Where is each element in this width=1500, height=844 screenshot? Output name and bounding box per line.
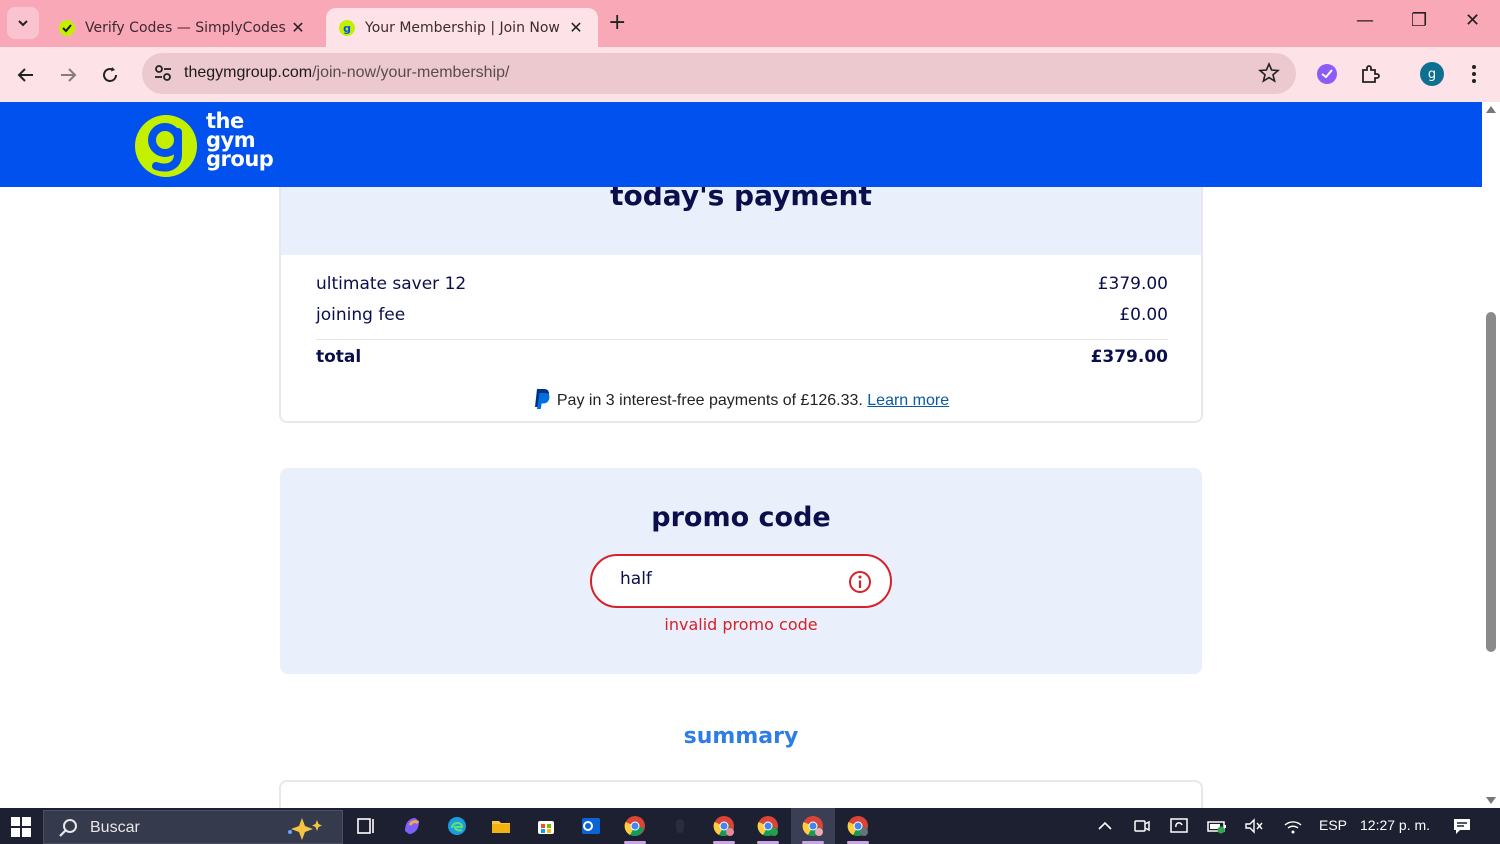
url-host: thegymgroup.com [184,64,313,81]
url-text: thegymgroup.com/join-now/your-membership… [184,64,509,82]
promo-code-input[interactable] [620,569,840,589]
extensions-puzzle-icon[interactable] [1357,61,1383,87]
language-indicator[interactable]: ESP [1319,817,1347,833]
info-icon [849,571,871,593]
promo-title: promo code [651,502,831,533]
reload-icon [103,67,117,82]
taskbar-search[interactable]: Buscar [43,810,343,844]
line-item-amount: £379.00 [1097,274,1168,294]
browser-toolbar: thegymgroup.com/join-now/your-membership… [0,47,1500,102]
meet-camera-icon[interactable] [1131,815,1153,837]
chrome-profile-icon[interactable] [802,815,824,837]
volume-muted-icon[interactable] [1243,815,1265,837]
total-amount: £379.00 [1090,347,1168,367]
tab-title: Verify Codes — SimplyCodes [85,19,286,36]
back-button[interactable] [13,62,39,88]
simplycodes-extension-icon[interactable] [1314,61,1340,87]
total-label: total [316,347,362,367]
simplycodes-favicon-icon [58,19,76,37]
tab-search-button[interactable] [7,7,39,39]
battery-icon[interactable] [1206,815,1228,837]
url-path: /join-now/your-membership/ [312,64,510,81]
paypal-icon [534,389,550,409]
line-item-amount: £0.00 [1119,305,1168,325]
chrome-profile-icon[interactable] [847,815,869,837]
more-menu-icon[interactable] [1461,61,1487,87]
file-explorer-icon[interactable] [490,815,512,837]
summary-title: summary [683,724,799,749]
promo-error-message: invalid promo code [664,615,818,634]
logo-wordmark: the gym group [206,111,274,171]
site-header: the gym group [0,102,1482,187]
summary-card [279,780,1203,808]
site-settings-icon[interactable] [152,62,174,84]
chrome-profile-icon[interactable] [757,815,779,837]
line-item: ultimate saver 12 £379.00 [316,274,1168,294]
notifications-icon[interactable] [1451,815,1473,837]
learn-more-link[interactable]: Learn more [867,392,949,409]
profile-avatar[interactable]: g [1420,62,1444,86]
task-view-icon[interactable] [355,815,377,837]
line-item: joining fee £0.00 [316,305,1168,325]
windows-taskbar: Buscar ESP 12:27 p. m. [0,808,1500,844]
arrow-right-icon [61,68,77,82]
close-icon[interactable]: ✕ [288,18,308,37]
address-bar[interactable]: thegymgroup.com/join-now/your-membership… [142,53,1296,94]
logo-line: group [206,147,274,171]
bookmark-star-icon[interactable] [1258,62,1280,84]
copilot-icon[interactable] [401,815,423,837]
tab-strip: Verify Codes — SimplyCodes ✕ g Your Memb… [0,0,1500,47]
clock[interactable]: 12:27 p. m. [1360,817,1430,833]
restore-icon[interactable]: ❐ [1411,10,1427,31]
scroll-up-arrow-icon[interactable] [1486,106,1496,113]
outlook-icon[interactable] [580,815,602,837]
minimize-icon[interactable]: — [1356,10,1374,31]
page-viewport: today's payment ultimate saver 12 £379.0… [0,102,1482,808]
paypal-message: Pay in 3 interest-free payments of £126.… [281,388,1201,410]
gymgroup-favicon-icon: g [338,19,356,37]
scroll-thumb[interactable] [1486,312,1496,652]
edge-icon[interactable] [446,815,468,837]
svg-text:g: g [343,22,351,35]
line-item-label: joining fee [316,305,406,325]
tab-title: Your Membership | Join Now | T [365,19,566,36]
microsoft-store-icon[interactable] [535,815,557,837]
sparkle-icon [288,818,322,840]
chevron-up-icon[interactable] [1094,815,1116,837]
line-item-label: ultimate saver 12 [316,274,467,294]
search-icon [59,819,77,837]
promo-code-field[interactable] [590,554,892,608]
divider [316,339,1168,340]
scroll-down-arrow-icon[interactable] [1486,797,1496,804]
gym-group-logo-mark-icon [135,115,197,177]
tab-gym-membership[interactable]: g Your Membership | Join Now | T ✕ [326,8,598,47]
chrome-profile-icon[interactable] [713,815,735,837]
gym-group-logo[interactable]: the gym group [134,111,274,180]
arrow-left-icon [17,68,33,82]
chrome-icon[interactable] [624,815,646,837]
tab-simplycodes[interactable]: Verify Codes — SimplyCodes ✕ [46,8,320,47]
windows-start-icon[interactable] [11,817,31,837]
total-row: total £379.00 [316,347,1168,367]
sync-icon[interactable] [1168,815,1190,837]
promo-code-card: promo code invalid promo code [280,468,1202,674]
reload-button[interactable] [97,62,123,88]
app-icon[interactable] [669,815,691,837]
wifi-icon[interactable] [1282,815,1304,837]
paypal-text: Pay in 3 interest-free payments of £126.… [556,392,863,409]
payment-card: today's payment ultimate saver 12 £379.0… [279,157,1203,423]
forward-button[interactable] [55,62,81,88]
new-tab-button[interactable]: + [608,10,626,35]
close-window-icon[interactable]: ✕ [1465,10,1480,31]
chevron-down-icon [18,20,28,27]
taskbar-search-label: Buscar [90,819,140,836]
page-scrollbar[interactable] [1482,102,1500,808]
close-icon[interactable]: ✕ [566,18,586,37]
